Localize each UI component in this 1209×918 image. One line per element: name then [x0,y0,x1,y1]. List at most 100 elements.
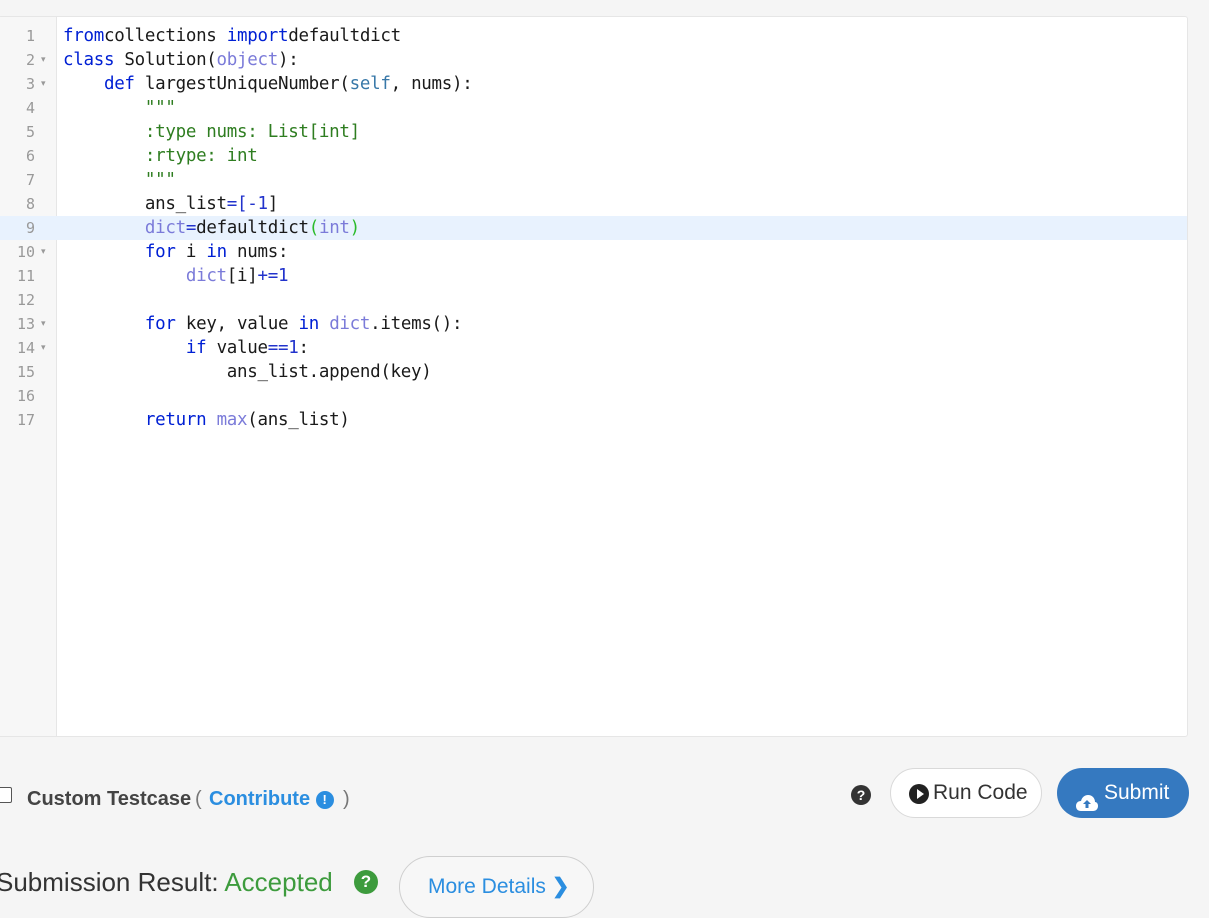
code-token: ] [267,194,279,214]
code-line[interactable]: 9 dict=defaultdict(int) [0,216,1187,240]
code-line[interactable]: 15 ans_list.append(key) [0,360,1187,384]
code-line[interactable]: 14 ▾ if value==1: [0,336,1187,360]
code-token: -1 [247,194,268,214]
custom-testcase-label: Custom Testcase [27,788,192,810]
code-line[interactable]: 12 [0,288,1187,312]
code-line[interactable]: 5 :type nums: List[int] [0,120,1187,144]
code-text: for i in nums: [63,240,289,264]
code-token: return [144,410,207,430]
more-details-label: More Details [428,875,546,898]
line-number: 4 [25,99,35,117]
code-token: """ [63,98,176,118]
line-number: 7 [25,171,35,189]
code-token: nums: [226,242,289,262]
question-icon[interactable]: ? [851,785,871,805]
custom-testcase-checkbox[interactable] [0,787,12,803]
result-status: Accepted [224,867,333,897]
line-number: 10 [16,243,35,261]
code-token: = [185,218,197,238]
contribute-label: Contribute [209,788,311,810]
code-line[interactable]: 4 """ [0,96,1187,120]
paren-open: ( [195,788,202,810]
code-line[interactable]: 8 ans_list=[-1] [0,192,1187,216]
code-token: for [144,314,176,334]
code-line[interactable]: 7 """ [0,168,1187,192]
code-text: for key, value in dict.items(): [63,312,463,336]
code-line[interactable]: 13 ▾ for key, value in dict.items(): [0,312,1187,336]
code-token: ans_list.append(key) [63,362,432,382]
line-number: 8 [25,195,35,213]
fold-toggle-icon[interactable]: ▾ [41,72,46,96]
code-token: max [216,410,248,430]
code-text: dict=defaultdict(int) [63,216,360,240]
code-token: Solution( [114,50,217,70]
code-line[interactable]: 1 fromcollections importdefaultdict [0,24,1187,48]
code-area[interactable]: 1 fromcollections importdefaultdict 2 ▾ clas… [0,24,1187,432]
code-token: import [226,26,289,46]
code-line[interactable]: 3 ▾ def largestUniqueNumber(self, nums): [0,72,1187,96]
code-token: 1 [288,338,299,358]
code-token: self [349,74,391,94]
code-token: 1 [278,266,289,286]
submission-result: Submission Result: Accepted [0,866,333,898]
line-number: 12 [16,291,35,309]
code-token: class [63,50,115,70]
code-text: dict[i]+=1 [63,264,289,288]
paren-close: ) [343,788,350,810]
code-token: =[ [226,194,248,214]
more-details-button[interactable]: More Details ❯ [399,856,594,918]
submit-button[interactable]: Submit [1057,768,1189,818]
code-token: i [175,242,207,262]
code-text: if value==1: [63,336,309,360]
code-token: defaultdict [288,26,401,46]
cloud-upload-icon [1075,782,1099,832]
line-number: 11 [16,267,35,285]
line-number: 2 [25,51,35,69]
line-number: 9 [25,219,35,237]
run-code-button[interactable]: Run Code [890,768,1042,818]
line-number: 15 [16,363,35,381]
fold-toggle-icon[interactable]: ▾ [41,336,46,360]
line-number: 17 [16,411,35,429]
code-text: return max(ans_list) [63,408,350,432]
code-token: dict [144,218,186,238]
code-editor[interactable]: 1 fromcollections importdefaultdict 2 ▾ clas… [0,16,1188,737]
result-help-icon[interactable]: ? [354,870,378,894]
line-number: 16 [16,387,35,405]
code-token: object [216,50,279,70]
code-token: ans_list [63,194,227,214]
code-token: ) [349,218,361,238]
code-line[interactable]: 16 [0,384,1187,408]
code-line[interactable]: 2 ▾ class Solution(object): [0,48,1187,72]
code-token: largestUniqueNumber( [134,74,350,94]
line-number: 3 [25,75,35,93]
code-text: ans_list=[-1] [63,192,278,216]
code-token: ): [277,50,299,70]
code-text: fromcollections importdefaultdict [63,24,401,48]
code-text: """ [63,168,176,192]
exclamation-icon: ! [315,790,334,809]
fold-toggle-icon[interactable]: ▾ [41,240,46,264]
code-token: value [206,338,268,358]
fold-toggle-icon[interactable]: ▾ [41,48,46,72]
code-token: : [298,338,309,358]
code-line[interactable]: 17 return max(ans_list) [0,408,1187,432]
submission-result-label: Submission Result: [0,867,225,897]
code-token: for [144,242,176,262]
code-token: """ [63,170,176,190]
chevron-right-icon: ❯ [551,875,570,898]
fold-toggle-icon[interactable]: ▾ [41,312,46,336]
code-line[interactable]: 10 ▾ for i in nums: [0,240,1187,264]
code-token: += [257,266,279,286]
submit-label: Submit [1104,781,1170,804]
code-line[interactable]: 6 :rtype: int [0,144,1187,168]
contribute-link[interactable]: Contribute ! [209,787,334,811]
code-token: key, value [175,314,299,334]
code-line[interactable]: 11 dict[i]+=1 [0,264,1187,288]
line-number: 1 [25,27,35,45]
code-token: in [206,242,227,262]
